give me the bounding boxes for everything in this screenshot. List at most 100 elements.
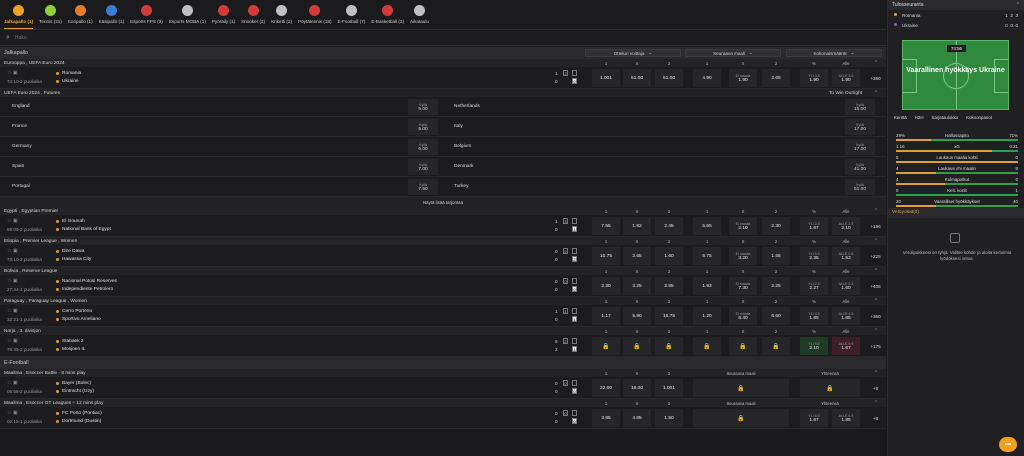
market-dropdown[interactable]: Kokonaismäärät ⌄: [786, 49, 882, 57]
sport-tab[interactable]: Kriketti (2): [271, 5, 292, 29]
stats-icon[interactable]: [572, 308, 577, 314]
outright-odds-button[interactable]: Kyllä 51.00: [845, 179, 875, 195]
more-markets-button[interactable]: +225: [868, 250, 883, 262]
odds-button[interactable]: 18.00: [623, 379, 651, 397]
odds-button[interactable]: 51.00: [623, 69, 651, 87]
outright-odds-button[interactable]: Kyllä 5.00: [408, 119, 438, 135]
stats-icon[interactable]: [572, 70, 577, 76]
odds-button[interactable]: YLI 2.5 2.27: [800, 277, 828, 295]
odds-button[interactable]: Ei maalia 2.10: [729, 217, 757, 235]
market-dropdown[interactable]: Ottelun voittaja ⌄: [585, 49, 681, 57]
outright-odds-button[interactable]: Kyllä 5.00: [408, 99, 438, 115]
odds-button[interactable]: 1.82: [623, 217, 651, 235]
more-markets-button[interactable]: +9: [868, 382, 883, 394]
sport-tab[interactable]: Esports FPS (3): [130, 5, 163, 29]
odds-button[interactable]: 2.65: [623, 247, 651, 265]
collapse-icon[interactable]: ⌃: [874, 401, 878, 406]
odds-button[interactable]: YLI 4.5 1.85: [800, 307, 828, 325]
chat-icon[interactable]: •••: [999, 437, 1017, 452]
more-markets-button[interactable]: +186: [868, 220, 883, 232]
away-team[interactable]: Eintracht (Izzy): [56, 389, 94, 394]
sport-tab[interactable]: Koripallo (1): [68, 5, 93, 29]
odds-button[interactable]: ALLE 0.5 1.53: [832, 247, 860, 265]
odds-button[interactable]: 22.00: [592, 379, 620, 397]
odds-button[interactable]: ALLE 6.5 1.85: [832, 409, 860, 427]
sport-tab[interactable]: E-Football (7): [338, 5, 365, 29]
away-team[interactable]: Independiente Petrolero: [56, 287, 113, 292]
odds-button[interactable]: 4.85: [623, 409, 651, 427]
odds-button[interactable]: Ei maalia 1.90: [729, 69, 757, 87]
away-team[interactable]: Dortmund (Dustin): [56, 419, 101, 424]
odds-button[interactable]: 6.60: [762, 307, 790, 325]
odds-button[interactable]: 1.50: [655, 409, 683, 427]
odds-button[interactable]: YLI 9.5 2.10: [800, 337, 828, 355]
odds-button[interactable]: 1.60: [655, 247, 683, 265]
odds-button[interactable]: 2.25: [762, 277, 790, 295]
favorite-star-icon[interactable]: ☆ ▣: [7, 308, 18, 314]
home-team[interactable]: Bayer (Bolec): [56, 381, 91, 386]
odds-button[interactable]: 1.17: [592, 307, 620, 325]
odds-button[interactable]: 2.45: [655, 217, 683, 235]
stats-icon[interactable]: [572, 410, 577, 416]
outright-odds-button[interactable]: Kyllä 6.00: [408, 139, 438, 155]
away-team[interactable]: National Bank of Egypt: [56, 227, 111, 232]
odds-button[interactable]: YLI 0.5 2.35: [800, 247, 828, 265]
outright-odds-button[interactable]: Kyllä 17.00: [845, 139, 875, 155]
outright-odds-button[interactable]: Kyllä 15.00: [845, 99, 875, 115]
sport-tab[interactable]: Käsipallo (1): [99, 5, 124, 29]
outright-odds-button[interactable]: Kyllä 17.00: [845, 119, 875, 135]
odds-button[interactable]: Ei maalia 7.30: [729, 277, 757, 295]
odds-button[interactable]: 3.85: [592, 409, 620, 427]
odds-button[interactable]: 1.001: [655, 379, 683, 397]
odds-button[interactable]: 10.75: [592, 247, 620, 265]
odds-button[interactable]: 5.65: [693, 217, 721, 235]
odds-button[interactable]: 16.75: [655, 307, 683, 325]
sport-tab[interactable]: Pyöräily (1): [212, 5, 235, 29]
odds-button[interactable]: ALLE 2.5 2.10: [832, 217, 860, 235]
collapse-icon[interactable]: ⌃: [874, 299, 878, 304]
collapse-icon[interactable]: ⌃: [874, 91, 878, 96]
sport-tab[interactable]: Jalkapallo (1): [4, 5, 34, 29]
odds-button[interactable]: 51.00: [655, 69, 683, 87]
odds-button[interactable]: Ei maalia 8.40: [729, 307, 757, 325]
collapse-icon[interactable]: ⌃: [874, 269, 878, 274]
home-team[interactable]: Dire Dawa: [56, 249, 84, 254]
favorite-star-icon[interactable]: ☆ ▣: [7, 380, 18, 386]
odds-button[interactable]: 1.93: [693, 277, 721, 295]
odds-button[interactable]: 2.30: [592, 277, 620, 295]
stats-icon[interactable]: [572, 338, 577, 344]
stats-icon[interactable]: [572, 248, 577, 254]
odds-button[interactable]: YLI 6.5 1.67: [800, 409, 828, 427]
sport-tab[interactable]: Esports MOBA (1): [169, 5, 206, 29]
collapse-icon[interactable]: ⌃: [874, 329, 878, 334]
tab-kentta[interactable]: Kenttä: [894, 115, 907, 120]
collapse-icon[interactable]: ⌃: [874, 209, 878, 214]
odds-button[interactable]: 7.55: [592, 217, 620, 235]
home-team[interactable]: Nacional Potosi Reserves: [56, 279, 117, 284]
collapse-icon[interactable]: ⌃: [874, 371, 878, 376]
odds-button[interactable]: 1.20: [693, 307, 721, 325]
market-dropdown[interactable]: Seuraava maali ⌄: [685, 49, 781, 57]
odds-button[interactable]: 1.001: [592, 69, 620, 87]
sport-tab[interactable]: Pöytätennis (18): [298, 5, 332, 29]
tab-h2h[interactable]: H2H: [915, 115, 924, 120]
odds-button[interactable]: 4.90: [693, 69, 721, 87]
tab-kokoonpanot[interactable]: Kokoonpanot: [966, 115, 992, 120]
home-team[interactable]: Stabaek 2: [56, 339, 84, 344]
more-markets-button[interactable]: +360: [868, 310, 883, 322]
sport-tab[interactable]: E-Basketball (3): [371, 5, 404, 29]
sport-tab[interactable]: Snooker (2): [241, 5, 265, 29]
home-team[interactable]: Cerro Porteno: [56, 309, 92, 314]
stats-icon[interactable]: [572, 218, 577, 224]
away-team[interactable]: Sportivo Ameliano: [56, 317, 101, 322]
tab-sarjataulukko[interactable]: Sarjataulukko: [932, 115, 959, 120]
more-markets-button[interactable]: +406: [868, 280, 883, 292]
more-markets-button[interactable]: +8: [868, 412, 883, 424]
odds-button[interactable]: YLI 3.5 1.90: [800, 69, 828, 87]
show-more-button[interactable]: Näytä lisää tarjontaa: [0, 197, 886, 207]
favorite-star-icon[interactable]: ☆ ▣: [7, 248, 18, 254]
odds-button[interactable]: ALLE 3.5 1.90: [832, 69, 860, 87]
away-team[interactable]: Hawassa City: [56, 257, 91, 262]
more-markets-button[interactable]: +380: [868, 72, 883, 84]
odds-button[interactable]: 2.65: [762, 69, 790, 87]
